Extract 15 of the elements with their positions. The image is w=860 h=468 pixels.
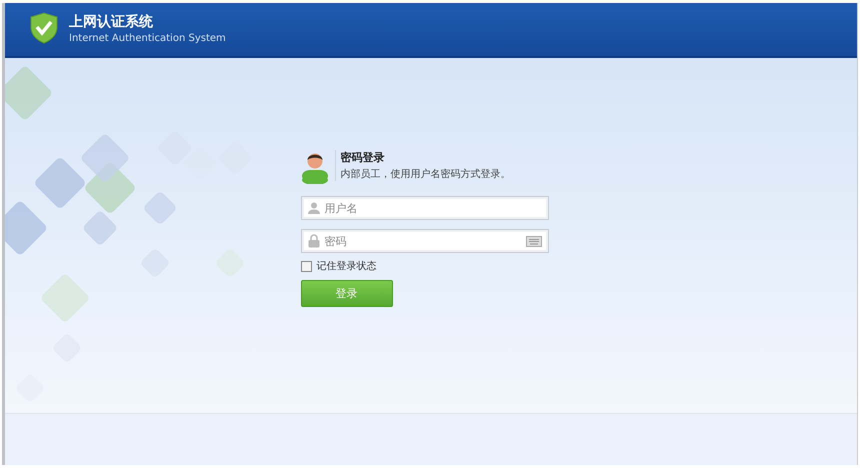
login-title: 密码登录 [340, 150, 386, 165]
username-input[interactable]: 用户名 [324, 199, 542, 217]
system-subtitle: Internet Authentication System [69, 33, 226, 45]
password-input[interactable]: 密码 [324, 232, 520, 250]
remember-label: 记住登录状态 [316, 260, 376, 273]
password-field[interactable]: 密码 [300, 229, 548, 253]
user-icon [308, 202, 320, 214]
username-field[interactable]: 用户名 [300, 196, 548, 220]
lock-icon [308, 234, 320, 248]
login-description: 内部员工，使用用户名密码方式登录。 [340, 168, 510, 181]
keyboard-icon[interactable] [526, 236, 542, 246]
remember-checkbox[interactable] [300, 260, 312, 272]
system-title: 上网认证系统 [69, 14, 154, 30]
login-button[interactable]: 登录 [300, 280, 392, 307]
shield-check-icon [29, 12, 59, 44]
